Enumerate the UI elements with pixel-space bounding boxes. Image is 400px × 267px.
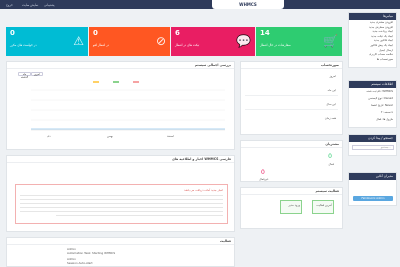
clients-count: 0: [261, 169, 265, 176]
online-admins-panel: مدیران آنلاین Fahdzoomi Admin: [348, 172, 397, 206]
tasks-panel: فعالیت Admin Automation Task: Starting W…: [6, 237, 235, 267]
topbar-item[interactable]: خروج: [6, 3, 13, 7]
topbar-item[interactable]: نمایش سایت: [22, 3, 38, 7]
clients-title: مشتریان: [241, 141, 342, 148]
tile-number: 0: [10, 29, 15, 37]
clients-count: 0: [328, 153, 332, 160]
news-title: اخبار و اطلاعیه های WHMCS فارسی: [7, 156, 234, 163]
shortcuts-panel: میانبرها افزودن مشتری جدید افزودن سفارش …: [348, 12, 397, 68]
activity-item: ورود مدیر: [288, 203, 300, 207]
news-panel: اخبار و اطلاعیه های WHMCS فارسی اخبار جد…: [6, 155, 235, 232]
cart-icon: 🛒: [323, 34, 338, 48]
tile-pending-orders[interactable]: 🛒 14 سفارشات در حال انتظار: [256, 27, 342, 56]
shortcut-link[interactable]: صورتحساب ها: [349, 57, 396, 62]
billing-row: این ماه: [327, 88, 336, 92]
tile-label: تیکت های در انتظار: [175, 43, 200, 47]
system-info-title: اطلاعات سیستم: [349, 81, 396, 88]
task-description: Automation Task: Starting WHMCS: [67, 251, 116, 255]
billing-row: همه زمان: [324, 116, 336, 120]
task-description: Session Auto-start: [67, 261, 93, 265]
tile-pending-cancel[interactable]: ⊘ 0 در انتظار لغو: [89, 27, 170, 56]
topbar-item[interactable]: پشتیبانی: [44, 3, 54, 7]
tile-number: 14: [260, 29, 270, 37]
search-title: جستجو / پیدا کردن: [349, 135, 396, 142]
x-tick-label: دی: [47, 134, 51, 138]
billing-title: صورتحساب: [241, 62, 342, 69]
tile-number: 6: [175, 29, 180, 37]
warning-icon: ⚠: [73, 34, 84, 48]
top-navigation-bar: خروج نمایش سایت پشتیبانی WHMCS: [0, 0, 400, 9]
tile-pending-tickets[interactable]: 💬 6 تیکت های در انتظار: [171, 27, 255, 56]
block-icon: ⊘: [155, 34, 166, 48]
system-overview-panel: بررسی اجمالی سیستم امروز ماه گذشته دی به…: [6, 61, 235, 150]
x-tick-label: اسفند: [167, 134, 174, 138]
system-info-row: ماژول ها: فعال: [375, 117, 393, 121]
tile-label: سفارشات در حال انتظار: [260, 43, 291, 47]
tile-label: در انتظار لغو: [93, 43, 110, 47]
overview-chart: [31, 81, 225, 131]
search-input[interactable]: جستجو...: [352, 145, 394, 150]
billing-panel: صورتحساب امروز این ماه این سال همه زمان: [240, 61, 343, 135]
tile-label: در خواست های مکرر: [10, 43, 37, 47]
system-info-row: نام ثبت شده: WHMCS: [366, 89, 393, 93]
tab-last-month[interactable]: ماه گذشته: [18, 72, 31, 79]
system-info-row: تاریخ انقضا: Never: [371, 103, 393, 107]
activity-title: فعالیت سیستم: [241, 188, 342, 195]
billing-row: امروز: [329, 74, 336, 78]
tab-today[interactable]: امروز: [31, 72, 43, 76]
chat-icon: 💬: [236, 34, 251, 48]
clients-panel: مشتریان 0 فعال 0 غیرفعال: [240, 140, 343, 182]
tile-repeat-requests[interactable]: ⚠ 0 در خواست های مکرر: [6, 27, 88, 56]
clients-label: فعال: [328, 162, 334, 166]
search-panel: جستجو / پیدا کردن جستجو...: [348, 134, 397, 156]
system-info-row: نسخه: 7.x: [380, 110, 393, 114]
logo: WHMCS: [212, 0, 284, 9]
x-tick-label: بهمن: [107, 134, 113, 138]
billing-row: این سال: [326, 102, 336, 106]
news-alert-text: اخبار جدید آماده دریافت می باشد: [184, 188, 223, 192]
clients-label: غیرفعال: [259, 177, 269, 181]
activity-panel: فعالیت سیستم آخرین فعالیت ورود مدیر: [240, 187, 343, 229]
admin-button[interactable]: Fahdzoomi Admin: [353, 196, 393, 201]
news-alert-box: اخبار جدید آماده دریافت می باشد: [15, 184, 228, 224]
system-info-panel: اطلاعات سیستم نام ثبت شده: WHMCS نوع لای…: [348, 80, 397, 128]
chart-title: بررسی اجمالی سیستم: [7, 62, 234, 69]
tasks-title: فعالیت: [7, 238, 234, 245]
shortcuts-title: میانبرها: [349, 13, 396, 20]
activity-item: آخرین فعالیت: [316, 203, 332, 207]
system-info-row: نوع لایسنس: Owned: [368, 96, 393, 100]
tile-number: 0: [93, 29, 98, 37]
online-admins-title: مدیران آنلاین: [349, 173, 396, 180]
